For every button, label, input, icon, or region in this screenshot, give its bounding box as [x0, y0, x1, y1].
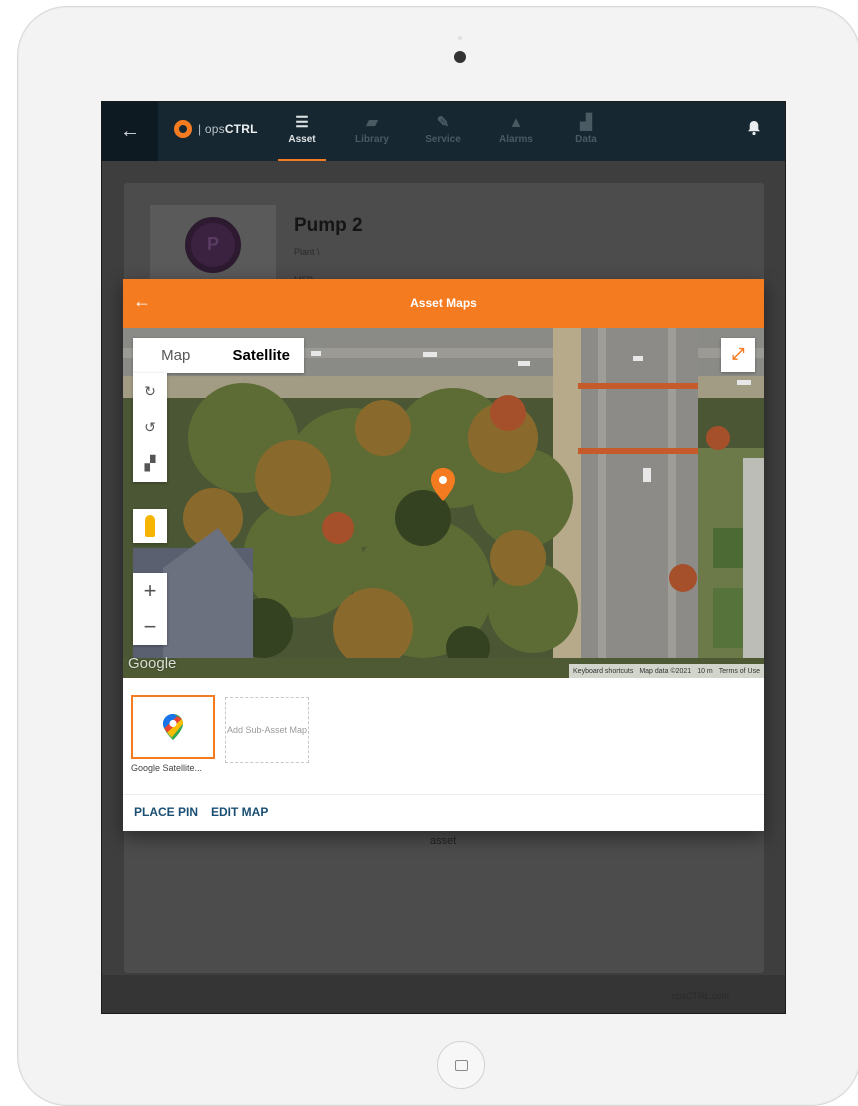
- google-logo: Google: [128, 655, 177, 672]
- tab-library[interactable]: ▰ Library: [342, 112, 402, 156]
- map-thumbnail-caption: Google Satellite...: [131, 763, 203, 773]
- asset-maps-dialog: ← Asset Maps Map Satellite ↻ ↺ ▞ + − ⤢ G…: [123, 279, 764, 831]
- satellite-map[interactable]: Map Satellite ↻ ↺ ▞ + − ⤢ Google Keyboar…: [123, 328, 764, 678]
- map-type-satellite[interactable]: Satellite: [219, 338, 305, 373]
- logo-icon: [174, 120, 192, 138]
- tab-label: Asset: [288, 134, 316, 145]
- map-type-control: Map Satellite: [133, 338, 304, 373]
- logo-text: | opsCTRL: [198, 122, 258, 136]
- chart-icon: ▟: [580, 114, 592, 131]
- tilt-icon[interactable]: ▞: [133, 445, 167, 481]
- terms-link[interactable]: Terms of Use: [719, 668, 760, 675]
- camera: [454, 51, 466, 63]
- google-maps-icon: [163, 714, 183, 740]
- dialog-header: ← Asset Maps: [123, 279, 764, 328]
- pegman-icon[interactable]: [133, 509, 167, 543]
- tab-asset[interactable]: ☰ Asset: [272, 112, 332, 161]
- opsctrl-logo[interactable]: | opsCTRL: [174, 120, 258, 138]
- satellite-imagery: [123, 328, 764, 678]
- tab-label: Alarms: [499, 134, 533, 145]
- pump-icon: P: [185, 216, 241, 273]
- tab-label: Service: [425, 134, 461, 145]
- warning-icon: ▲: [508, 114, 524, 131]
- book-icon: ▰: [366, 114, 378, 131]
- rotate-counterclockwise-icon[interactable]: ↺: [133, 409, 167, 445]
- top-nav: ← | opsCTRL ☰ Asset ▰ Library ✎ Service …: [102, 102, 785, 161]
- divider: [123, 794, 764, 795]
- tab-service[interactable]: ✎ Service: [413, 112, 473, 156]
- sensor: [458, 36, 462, 40]
- bell-icon[interactable]: [747, 120, 761, 141]
- tab-alarms[interactable]: ▲ Alarms: [486, 112, 546, 156]
- dialog-title: Asset Maps: [410, 296, 477, 310]
- list-icon: ☰: [295, 114, 309, 131]
- zoom-control: + −: [133, 573, 167, 645]
- footer-text: opsCTRL.com: [671, 991, 729, 1001]
- footer: opsCTRL.com: [102, 975, 785, 1013]
- zoom-out-button[interactable]: −: [133, 609, 167, 645]
- tab-data[interactable]: ▟ Data: [556, 112, 616, 156]
- keyboard-shortcuts-link[interactable]: Keyboard shortcuts: [573, 668, 633, 675]
- tab-label: Library: [355, 134, 389, 145]
- asset-title: Pump 2: [294, 215, 363, 236]
- home-button[interactable]: [437, 1041, 485, 1089]
- breadcrumb: Plant \: [294, 247, 320, 257]
- edit-map-button[interactable]: EDIT MAP: [211, 805, 268, 819]
- tab-label: Data: [575, 134, 597, 145]
- back-button[interactable]: ←: [102, 102, 158, 161]
- home-icon: [454, 1059, 468, 1071]
- place-pin-button[interactable]: PLACE PIN: [134, 805, 198, 819]
- add-sub-asset-map-button[interactable]: Add Sub-Asset Map: [225, 697, 309, 763]
- wrench-icon: ✎: [436, 114, 450, 131]
- asset-text: asset: [430, 835, 457, 847]
- asset-image: P: [150, 205, 276, 280]
- rotate-clockwise-icon[interactable]: ↻: [133, 373, 167, 409]
- scale-bar[interactable]: 10 m: [697, 668, 713, 675]
- map-thumbnail-google-satellite[interactable]: [131, 695, 215, 759]
- rotation-control: ↻ ↺ ▞: [133, 373, 167, 482]
- fullscreen-button[interactable]: ⤢: [721, 338, 755, 372]
- map-attribution: Keyboard shortcuts Map data ©2021 10 m T…: [569, 664, 764, 678]
- map-type-map[interactable]: Map: [133, 338, 219, 373]
- zoom-in-button[interactable]: +: [133, 573, 167, 609]
- map-data-text: Map data ©2021: [639, 667, 692, 675]
